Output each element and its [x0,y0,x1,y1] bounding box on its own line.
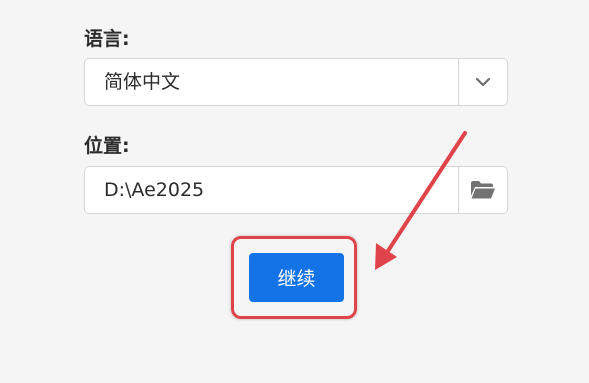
language-selected-value: 简体中文 [104,71,181,93]
chevron-down-icon [475,77,491,87]
location-field[interactable]: D:\Ae2025 [84,166,508,214]
language-select[interactable]: 简体中文 [84,58,508,106]
language-label: 语言: [84,28,130,50]
browse-folder-button[interactable] [458,167,507,213]
location-label: 位置: [84,135,130,157]
location-path-value: D:\Ae2025 [104,179,205,201]
continue-button[interactable]: 继续 [249,253,344,302]
folder-icon [471,181,495,199]
language-dropdown-button[interactable] [458,59,507,105]
